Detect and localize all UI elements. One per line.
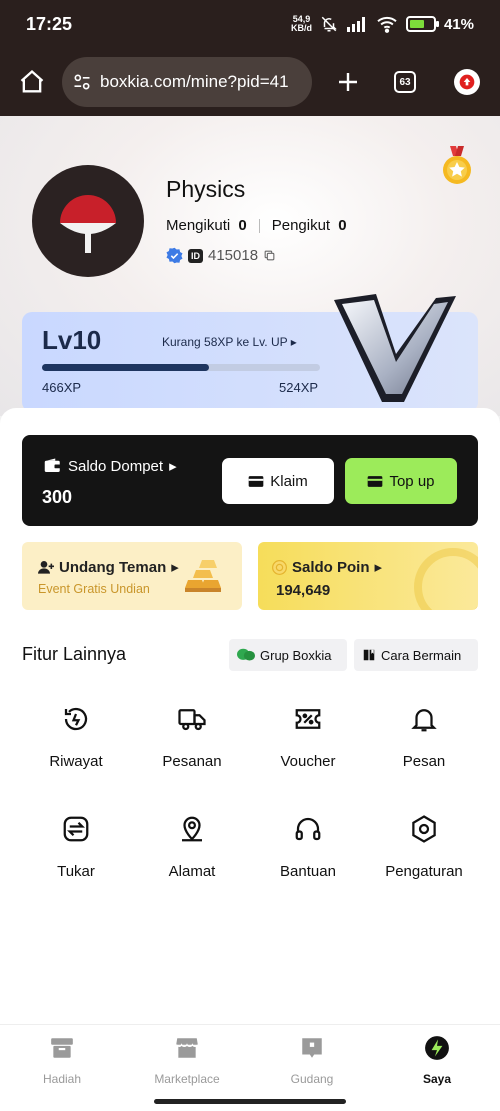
following-label: Mengikuti <box>166 217 231 234</box>
plus-icon <box>339 73 357 91</box>
followers-label: Pengikut <box>271 217 331 234</box>
avatar[interactable] <box>32 165 144 277</box>
feature-pengaturan[interactable]: Pengaturan <box>369 814 479 904</box>
level-progress-bar <box>42 364 320 371</box>
user-id-row: ID 415018 <box>166 247 276 264</box>
wallet-icon <box>44 458 61 472</box>
coin-icon <box>272 559 287 575</box>
bottom-nav: Hadiah Marketplace Gudang Saya <box>0 1024 500 1111</box>
truck-icon <box>178 709 206 731</box>
nav-marketplace[interactable]: Marketplace <box>137 1035 237 1086</box>
exchange-icon <box>63 816 89 842</box>
copy-icon[interactable] <box>263 249 276 262</box>
nav-saya[interactable]: Saya <box>387 1035 487 1086</box>
gold-bars-icon <box>185 560 221 592</box>
caret-right-icon: ▸ <box>171 559 179 576</box>
caret-right-icon: ▸ <box>169 458 177 475</box>
wallet-card: Saldo Dompet ▸ 300 Klaim Top up <box>22 435 478 526</box>
points-card[interactable]: Saldo Poin ▸ 194,649 <box>258 542 478 610</box>
followers-stat[interactable]: Pengikut 0 <box>272 217 347 234</box>
url-text: boxkia.com/mine?pid=41 <box>100 72 289 91</box>
warehouse-icon <box>302 1038 322 1058</box>
feature-pesan[interactable]: Pesan <box>369 704 479 794</box>
tab-switcher-button[interactable]: 63 <box>394 71 416 93</box>
battery-percent: 41% <box>443 15 474 33</box>
mute-icon <box>321 16 337 32</box>
nav-gudang[interactable]: Gudang <box>262 1035 362 1086</box>
home-icon <box>20 69 44 93</box>
address-bar[interactable]: boxkia.com/mine?pid=41 <box>62 57 312 107</box>
store-icon <box>175 1038 199 1058</box>
status-bar: 17:25 54,9 KB/d 41% <box>0 0 500 48</box>
network-speed: 54,9 KB/d <box>290 14 312 33</box>
arrow-up-icon <box>459 74 475 90</box>
location-icon <box>182 816 202 842</box>
coin-decoration <box>414 548 478 610</box>
level-min-xp: 466XP <box>42 380 82 395</box>
following-stat[interactable]: Mengikuti 0 <box>166 217 247 234</box>
nav-hadiah[interactable]: Hadiah <box>12 1035 112 1086</box>
features-title: Fitur Lainnya <box>22 644 127 664</box>
voucher-icon <box>295 709 321 729</box>
claim-button[interactable]: Klaim <box>222 458 334 504</box>
browser-toolbar: boxkia.com/mine?pid=41 63 <box>0 48 500 116</box>
level-up-hint[interactable]: Kurang 58XP ke Lv. UP ▸ <box>162 335 297 349</box>
follow-stats: Mengikuti 0 Pengikut 0 <box>166 217 347 234</box>
headset-icon <box>295 817 321 841</box>
feature-alamat[interactable]: Alamat <box>137 814 247 904</box>
level-max-xp: 524XP <box>279 380 319 395</box>
wallet-balance: 300 <box>42 487 73 507</box>
site-settings-icon[interactable] <box>72 72 92 92</box>
add-user-icon <box>38 561 54 574</box>
signal-icon <box>346 17 365 32</box>
group-chip[interactable]: Grup Boxkia <box>229 639 347 671</box>
new-tab-button[interactable] <box>330 64 366 100</box>
gift-box-icon <box>51 1038 73 1058</box>
caret-right-icon: ▸ <box>374 559 383 576</box>
bolt-icon <box>425 1036 449 1060</box>
level-progress-fill <box>42 364 209 371</box>
divider <box>258 218 260 233</box>
update-button[interactable] <box>454 69 480 95</box>
followers-count: 0 <box>338 217 347 234</box>
status-time: 17:25 <box>26 13 73 34</box>
invite-subtitle: Event Gratis Undian <box>38 582 150 596</box>
caret-right-icon: ▸ <box>290 335 297 349</box>
feature-riwayat[interactable]: Riwayat <box>21 704 131 794</box>
bell-icon <box>411 709 437 732</box>
wallet-label-link[interactable]: Saldo Dompet ▸ <box>44 457 177 475</box>
id-badge: ID <box>188 248 203 263</box>
battery-icon <box>405 16 439 32</box>
history-icon <box>64 707 88 731</box>
home-indicator <box>154 1099 346 1104</box>
invite-title: Undang Teman ▸ <box>38 558 179 576</box>
wifi-icon <box>377 16 397 33</box>
verified-icon <box>166 247 183 264</box>
how-to-play-chip[interactable]: Cara Bermain <box>354 639 478 671</box>
points-balance: 194,649 <box>276 582 331 599</box>
points-title: Saldo Poin ▸ <box>272 558 382 576</box>
feature-bantuan[interactable]: Bantuan <box>253 814 363 904</box>
topup-button[interactable]: Top up <box>345 458 457 504</box>
medal-icon[interactable] <box>442 146 472 186</box>
home-button[interactable] <box>14 64 50 100</box>
settings-icon <box>412 815 436 843</box>
profile-name: Physics <box>166 176 246 202</box>
status-icons: 54,9 KB/d 41% <box>291 15 474 33</box>
feature-voucher[interactable]: Voucher <box>253 704 363 794</box>
invite-friends-card[interactable]: Undang Teman ▸ Event Gratis Undian <box>22 542 242 610</box>
v-rank-emblem-icon <box>334 294 456 402</box>
feature-tukar[interactable]: Tukar <box>21 814 131 904</box>
following-count: 0 <box>238 217 247 234</box>
level-title: Lv10 <box>42 325 102 355</box>
chat-group-icon <box>237 648 255 661</box>
card-icon <box>248 475 264 487</box>
uchiha-fan-icon <box>60 195 116 253</box>
book-icon <box>363 649 375 661</box>
feature-pesanan[interactable]: Pesanan <box>137 704 247 794</box>
user-id: 415018 <box>208 247 259 264</box>
card-icon <box>368 475 383 487</box>
